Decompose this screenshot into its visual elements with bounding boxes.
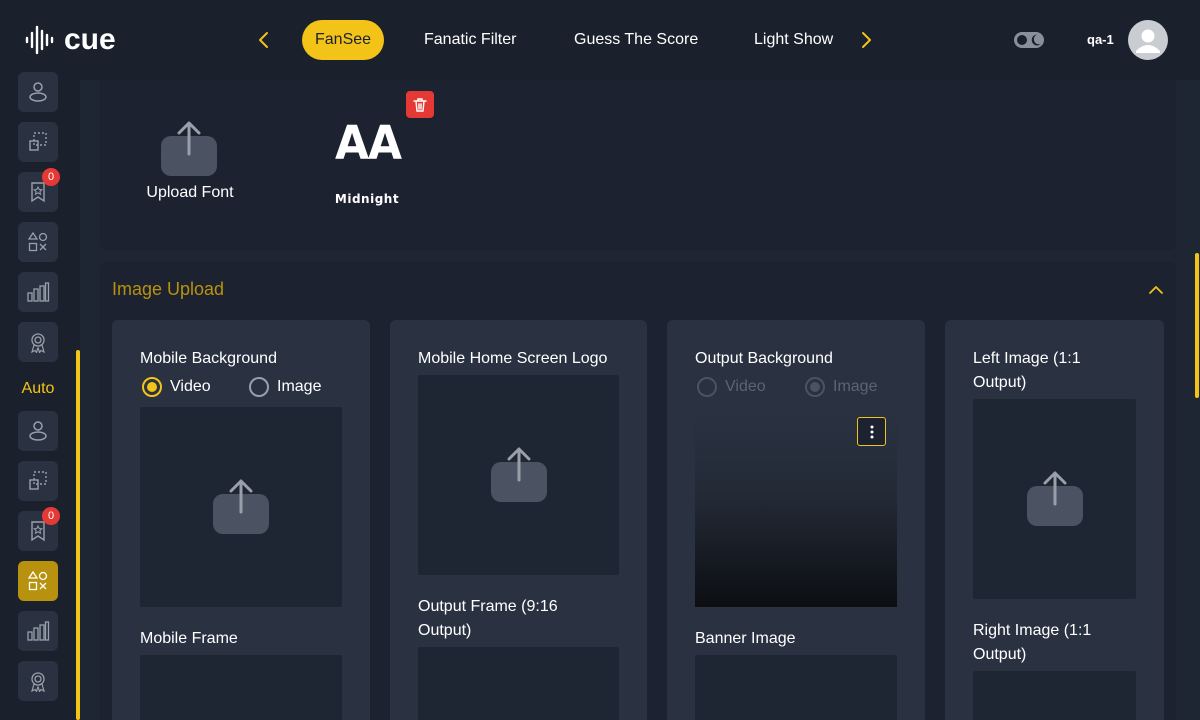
drop-zone[interactable] <box>140 655 342 720</box>
upload-icon <box>1027 471 1083 526</box>
card-label: Left Image (1:1 Output) <box>973 350 1081 391</box>
font-panel <box>100 80 1176 250</box>
top-bar: cue FanSee Fanatic Filter Guess The Scor… <box>0 0 1200 80</box>
font-preview-glyphs: AA <box>334 116 402 171</box>
font-preview[interactable]: AA <box>330 116 406 171</box>
shapes-icon <box>27 231 48 252</box>
drop-zone[interactable] <box>140 407 342 607</box>
upload-icon <box>161 121 217 176</box>
radio-label: Video <box>725 378 766 395</box>
trash-icon <box>413 97 427 112</box>
sound-wave-icon <box>25 25 54 55</box>
card-label: Output Frame (9:16 Output) <box>418 598 558 639</box>
drop-zone[interactable] <box>418 647 619 720</box>
sidebar-item-auto-user[interactable] <box>18 411 58 451</box>
drop-zone[interactable] <box>973 671 1136 720</box>
sidebar-item-shapes[interactable] <box>18 222 58 262</box>
radio-button[interactable] <box>249 377 269 397</box>
sidebar-section-auto: Auto <box>21 380 55 397</box>
award-icon <box>31 672 45 692</box>
delete-font-button[interactable] <box>406 91 434 118</box>
radio-label: Image <box>833 378 878 395</box>
card-label: Mobile Background <box>140 350 277 367</box>
radio-video: Video <box>697 377 766 397</box>
bar-chart-icon <box>27 282 50 302</box>
radio-button[interactable] <box>142 377 162 397</box>
shapes-icon <box>27 570 48 591</box>
sidebar-item-award[interactable] <box>18 322 58 362</box>
user-avatar-icon <box>1136 29 1160 53</box>
cue-logo[interactable]: cue <box>24 22 116 58</box>
font-name: Midnight <box>334 192 400 206</box>
sidebar-scroll-thumb[interactable] <box>76 350 80 720</box>
radio-label: Image <box>277 378 322 395</box>
image-upload-title[interactable]: Image Upload <box>112 279 224 300</box>
card-label: Mobile Frame <box>140 630 238 647</box>
card-label: Banner Image <box>695 630 796 647</box>
radio-image[interactable]: Image <box>249 377 321 397</box>
drop-zone[interactable] <box>695 655 897 720</box>
upload-font-label: Upload Font <box>146 184 234 201</box>
drop-zone[interactable] <box>973 399 1136 599</box>
tab-fansee[interactable]: FanSee <box>302 20 385 60</box>
user-name[interactable]: qa-1 <box>1087 32 1114 47</box>
upload-icon <box>213 479 269 534</box>
sidebar-item-chart[interactable] <box>18 272 58 312</box>
card-label: Output Background <box>695 350 833 367</box>
radio-image: Image <box>805 377 877 397</box>
upload-font-button[interactable] <box>144 120 234 183</box>
radio-label: Video <box>170 378 211 395</box>
card-label: Right Image (1:1 Output) <box>973 622 1092 663</box>
kebab-menu-icon <box>870 425 873 438</box>
radio-video[interactable]: Video <box>142 377 211 397</box>
tab-fanatic-filter[interactable]: Fanatic Filter <box>411 20 529 60</box>
sidebar-item-auto-shapes[interactable] <box>18 561 58 601</box>
layout-icon <box>29 132 47 151</box>
bar-chart-icon <box>27 621 50 641</box>
notification-badge: 0 <box>42 168 60 186</box>
notification-badge: 0 <box>42 507 60 525</box>
tab-light-show[interactable]: Light Show <box>741 20 846 60</box>
sidebar-item-auto-chart[interactable] <box>18 611 58 651</box>
more-options-button[interactable] <box>857 417 886 446</box>
sidebar-item-layout[interactable] <box>18 122 58 162</box>
drop-zone[interactable] <box>418 375 619 575</box>
tab-guess-the-score[interactable]: Guess The Score <box>561 20 711 60</box>
sidebar-item-auto-rating[interactable]: 0 <box>18 507 60 551</box>
sidebar-item-rating[interactable]: 0 <box>18 168 60 212</box>
sidebar-item-auto-award[interactable] <box>18 661 58 701</box>
main-scroll-thumb[interactable] <box>1195 253 1199 398</box>
logo-text: cue <box>64 23 116 56</box>
award-icon <box>31 333 45 353</box>
chevron-up-icon[interactable] <box>1146 280 1166 300</box>
theme-toggle-icon[interactable] <box>1013 30 1045 50</box>
card-label: Mobile Home Screen Logo <box>418 350 608 367</box>
radio-button <box>805 377 825 397</box>
chevron-right-icon[interactable] <box>854 28 878 52</box>
chevron-left-icon[interactable] <box>252 28 276 52</box>
avatar[interactable] <box>1128 20 1168 60</box>
user-icon <box>29 82 47 102</box>
layout-icon <box>29 471 47 490</box>
upload-icon <box>491 447 547 502</box>
sidebar-item-auto-layout[interactable] <box>18 461 58 501</box>
sidebar-item-user[interactable] <box>18 72 58 112</box>
user-icon <box>29 421 47 441</box>
radio-button <box>697 377 717 397</box>
